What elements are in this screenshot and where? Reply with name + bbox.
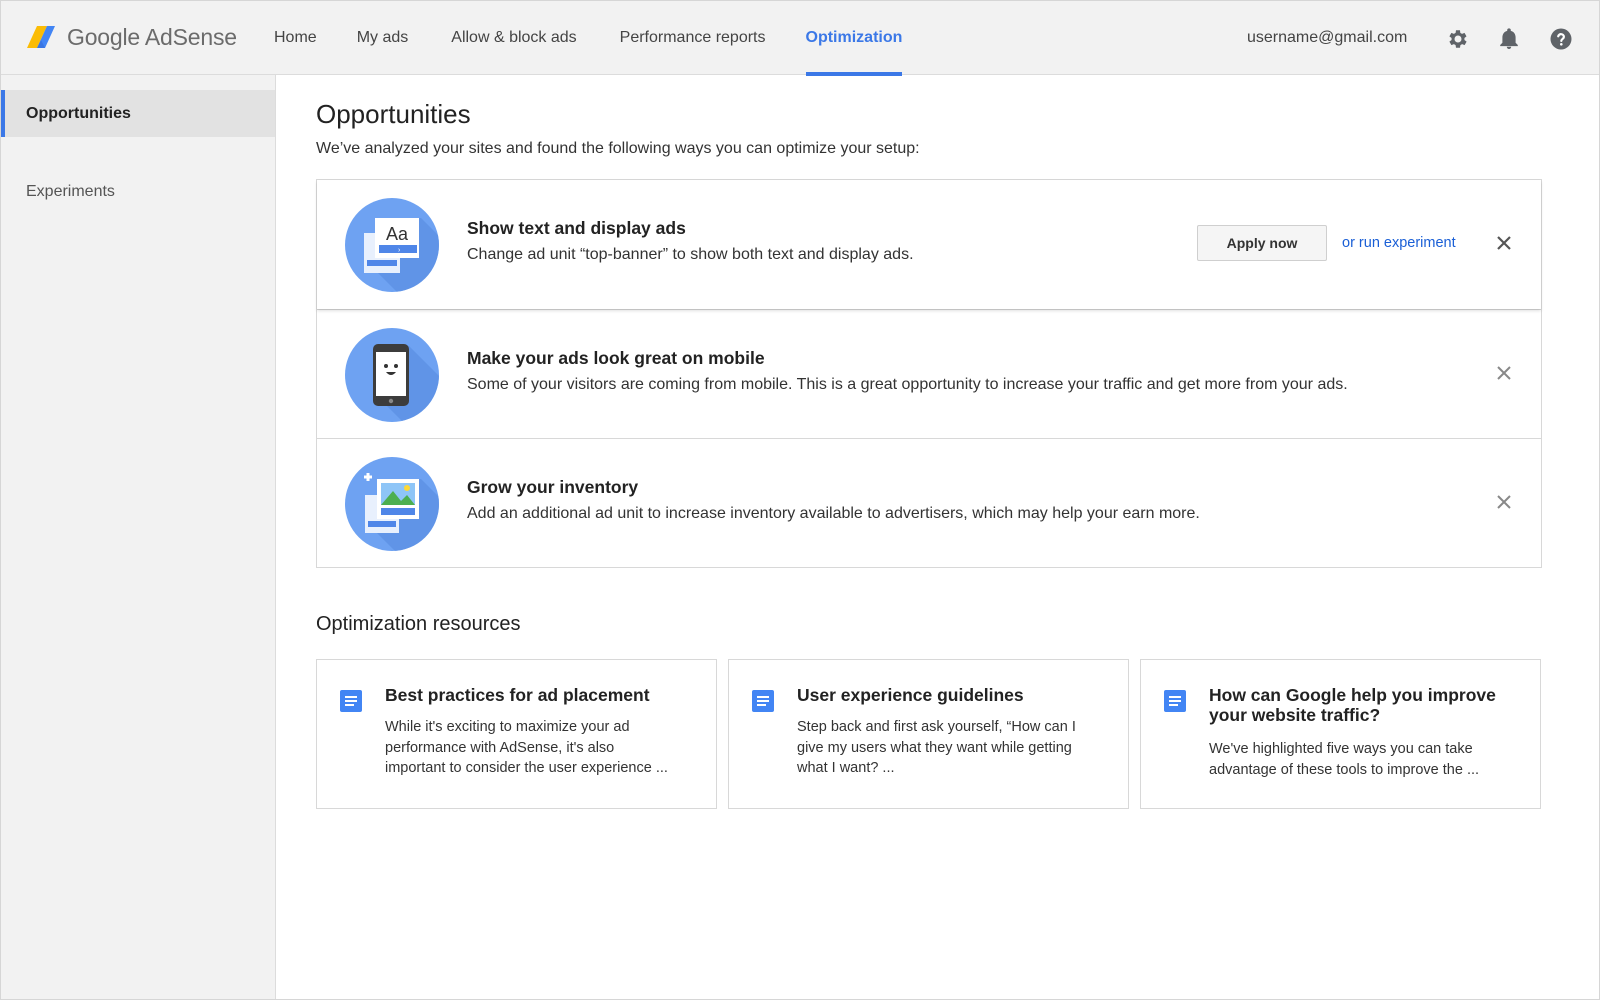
bell-icon[interactable] <box>1497 27 1521 51</box>
page-subtitle: We’ve analyzed your sites and found the … <box>316 140 920 157</box>
opportunity-title: Show text and display ads <box>467 218 686 238</box>
resource-title: Best practices for ad placement <box>385 685 650 705</box>
gear-icon[interactable] <box>1446 27 1470 51</box>
resource-excerpt-line: performance with AdSense, it's also <box>385 739 615 756</box>
opportunity-title: Grow your inventory <box>467 477 639 497</box>
resource-card[interactable]: Best practices for ad placement While it… <box>316 659 717 809</box>
document-icon <box>340 690 362 712</box>
document-icon <box>1164 690 1186 712</box>
mobile-phone-icon <box>345 328 439 422</box>
nav-optimization[interactable]: Optimization <box>786 1 923 76</box>
opportunities-list: Aa › Show text and display ads Change ad… <box>316 179 1542 568</box>
account-email[interactable]: username@gmail.com <box>1247 29 1407 47</box>
resource-excerpt-line: advantage of these tools to improve the … <box>1209 761 1480 778</box>
opportunity-description: Change ad unit “top-banner” to show both… <box>467 246 914 263</box>
sidebar-item-label: Experiments <box>26 182 115 200</box>
resources-title: Optimization resources <box>316 613 521 635</box>
sidebar: Opportunities Experiments <box>1 75 276 999</box>
nav-my-ads[interactable]: My ads <box>337 1 429 75</box>
resource-title: User experience guidelines <box>797 685 1024 705</box>
sidebar-item-opportunities[interactable]: Opportunities <box>1 90 275 137</box>
opportunity-title: Make your ads look great on mobile <box>467 348 765 368</box>
nav-performance-reports[interactable]: Performance reports <box>600 1 786 75</box>
resource-excerpt: Step back and first ask yourself, “How c… <box>797 717 1107 779</box>
resource-excerpt-line: what I want? ... <box>797 760 895 776</box>
adsense-logo-icon <box>27 26 55 48</box>
opportunity-description: Some of your visitors are coming from mo… <box>467 376 1348 393</box>
adsense-window: Google AdSense Home My ads Allow & block… <box>0 0 1600 1000</box>
page-title: Opportunities <box>316 99 471 129</box>
nav-home[interactable]: Home <box>254 1 337 75</box>
opportunity-card: Make your ads look great on mobile Some … <box>317 309 1541 438</box>
opportunity-description: Add an additional ad unit to increase in… <box>467 505 1200 522</box>
close-icon[interactable] <box>1493 232 1515 254</box>
sidebar-item-label: Opportunities <box>26 104 131 122</box>
resource-excerpt: While it's exciting to maximize your ad … <box>385 717 695 779</box>
resource-card[interactable]: User experience guidelines Step back and… <box>728 659 1129 809</box>
close-icon[interactable] <box>1493 362 1515 384</box>
close-icon[interactable] <box>1493 491 1515 513</box>
apply-now-button[interactable]: Apply now <box>1197 225 1327 261</box>
resource-excerpt-line: We've highlighted five ways you can take <box>1209 741 1473 757</box>
resource-excerpt-line: important to consider the user experienc… <box>385 760 668 776</box>
resource-card[interactable]: How can Google help you improve your web… <box>1140 659 1541 809</box>
nav-allow-block-ads[interactable]: Allow & block ads <box>428 1 599 75</box>
opportunity-card: Grow your inventory Add an additional ad… <box>317 438 1541 567</box>
document-icon <box>752 690 774 712</box>
opportunity-card: Aa › Show text and display ads Change ad… <box>317 180 1541 309</box>
brand-name: Google AdSense <box>67 23 237 50</box>
resource-excerpt-line: Step back and first ask yourself, “How c… <box>797 719 1076 735</box>
top-bar: Google AdSense Home My ads Allow & block… <box>1 1 1599 76</box>
run-experiment-link[interactable]: or run experiment <box>1342 235 1456 251</box>
help-icon[interactable] <box>1549 27 1573 51</box>
adsense-logo[interactable]: Google AdSense <box>27 21 237 53</box>
sidebar-item-experiments[interactable]: Experiments <box>1 168 275 215</box>
resources-grid: Best practices for ad placement While it… <box>316 659 1542 809</box>
add-inventory-icon <box>345 457 439 551</box>
svg-text:Aa: Aa <box>386 224 409 244</box>
resource-title: How can Google help you improve your web… <box>1209 685 1496 725</box>
text-display-ads-icon: Aa › <box>345 198 439 292</box>
main-nav: Home My ads Allow & block ads Performanc… <box>254 1 923 76</box>
resource-excerpt-line: give my users what they want while getti… <box>797 739 1072 756</box>
resource-excerpt: We've highlighted five ways you can take… <box>1209 739 1519 780</box>
resource-excerpt-line: While it's exciting to maximize your ad <box>385 719 630 735</box>
